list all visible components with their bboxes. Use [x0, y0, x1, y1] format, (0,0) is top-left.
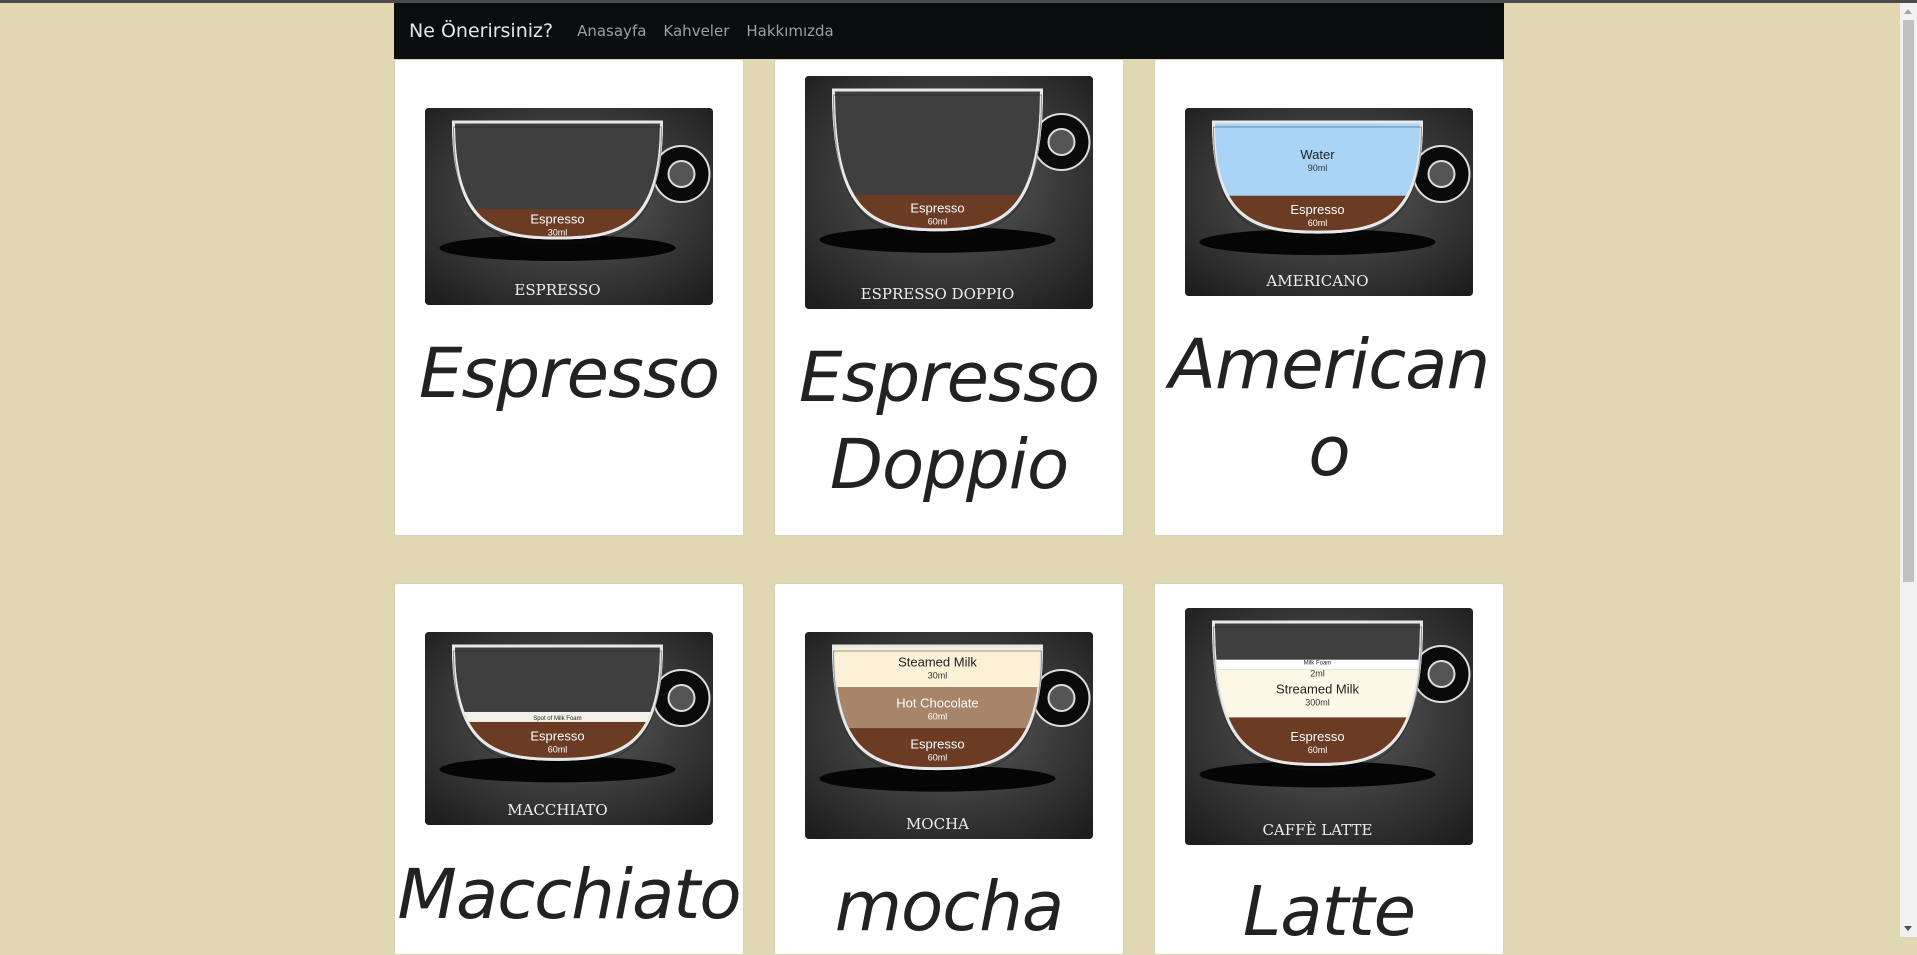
- coffee-cup-illustration: Espresso60ml Spot of Milk Foam MACCHIATO: [425, 632, 713, 825]
- coffee-card-title: Macchiato: [397, 855, 741, 935]
- coffee-card-mocha[interactable]: Espresso 60ml Hot Chocolate 60ml Steamed Mil…: [774, 583, 1124, 955]
- nav-link-kahveler[interactable]: Kahveler: [663, 22, 729, 40]
- scrollbar-thumb[interactable]: [1903, 20, 1914, 582]
- layer-label: Hot Chocolate: [896, 696, 978, 711]
- coffee-card-espresso[interactable]: Espresso 30ml ESPRESSO Espresso: [394, 59, 744, 536]
- navbar: Ne Önerirsiniz? Anasayfa Kahveler Hakkım…: [394, 3, 1504, 59]
- coffee-card-americano[interactable]: Espresso 60ml Water 90ml AMERICANO Americano: [1154, 59, 1504, 536]
- coffee-card-macchiato[interactable]: Espresso 60ml Spot of Milk Foam MACCHIATO M…: [394, 583, 744, 955]
- layer-amount: 60ml: [548, 745, 568, 755]
- layer-amount: 30ml: [548, 228, 568, 238]
- coffee-cup-image: Espresso 60ml ESPRESSO DOPPIO: [805, 76, 1093, 309]
- cup-caption: ESPRESSO: [514, 281, 600, 299]
- layer-amount: 60ml: [1308, 745, 1328, 755]
- layer-label: Espresso: [910, 200, 964, 215]
- cup-caption: CAFFÈ LATTE: [1262, 821, 1372, 839]
- cup-caption: MOCHA: [906, 815, 969, 833]
- layer-label: Milk Foam: [1304, 661, 1332, 667]
- layer-amount: 60ml: [928, 216, 948, 226]
- coffee-card-title: Espresso Doppio: [798, 338, 1100, 505]
- layer-amount: 60ml: [1308, 218, 1328, 228]
- layer-amount: 2ml: [1310, 669, 1325, 679]
- coffee-cup-image: Espresso 60ml Hot Chocolate 60ml Steamed Mil…: [805, 632, 1093, 839]
- layer-label: Espresso: [530, 729, 584, 744]
- coffee-cup-image: Espresso 60ml Water 90ml AMERICANO: [1185, 108, 1473, 296]
- scroll-up-arrow-icon[interactable]: [1904, 9, 1912, 14]
- layer-amount: 60ml: [928, 752, 948, 762]
- coffee-cup-illustration: Espresso60ml Streamed Milk300ml Milk Foam 2…: [1185, 608, 1473, 845]
- layer-amount: 90ml: [1308, 163, 1328, 173]
- nav-link-hakkimizda[interactable]: Hakkımızda: [746, 22, 833, 40]
- layer-label: Espresso: [1290, 729, 1344, 744]
- page-scrollbar[interactable]: [1900, 3, 1917, 937]
- layer-label: Espresso: [910, 736, 964, 751]
- coffee-cup-illustration: Espresso30ml ESPRESSO: [425, 108, 713, 305]
- layer-label: Steamed Milk: [898, 655, 977, 670]
- coffee-cup-image: Espresso 30ml ESPRESSO: [425, 108, 713, 305]
- coffee-cup-image: Espresso 60ml Spot of Milk Foam MACCHIATO: [425, 632, 713, 825]
- cup-caption: AMERICANO: [1265, 272, 1368, 290]
- coffee-cup-image: Espresso 60ml Streamed Milk 300ml Milk Foam 2…: [1185, 608, 1473, 845]
- navbar-brand[interactable]: Ne Önerirsiniz?: [409, 20, 553, 42]
- coffee-card-title: mocha: [834, 867, 1064, 947]
- coffee-cup-illustration: Espresso60mlHot Chocolate60mlSteamed Mil…: [805, 632, 1093, 839]
- coffee-cup-illustration: Espresso60ml Water90ml AMERICANO: [1185, 108, 1473, 296]
- cup-caption: MACCHIATO: [507, 801, 607, 819]
- layer-amount: 300ml: [1305, 698, 1330, 708]
- coffee-card-latte[interactable]: Espresso 60ml Streamed Milk 300ml Milk Foam 2…: [1154, 583, 1504, 955]
- cup-caption: ESPRESSO DOPPIO: [861, 285, 1015, 303]
- scroll-down-arrow-icon[interactable]: [1904, 926, 1912, 931]
- coffee-cup-illustration: Espresso60ml ESPRESSO DOPPIO: [805, 76, 1093, 309]
- layer-amount: 30ml: [928, 671, 948, 681]
- layer-label: Espresso: [530, 212, 584, 227]
- layer-label: Espresso: [1290, 202, 1344, 217]
- coffee-card-espresso-doppio[interactable]: Espresso 60ml ESPRESSO DOPPIO Espresso Dop…: [774, 59, 1124, 536]
- coffee-card-title: Espresso: [418, 334, 720, 414]
- layer-label: Spot of Milk Foam: [533, 716, 581, 722]
- layer-label: Streamed Milk: [1276, 682, 1360, 697]
- layer-label: Water: [1300, 147, 1335, 162]
- coffee-card-title: Latte: [1242, 872, 1416, 952]
- coffee-card-title: Americano: [1168, 325, 1490, 492]
- layer-amount: 60ml: [928, 712, 948, 722]
- nav-link-anasayfa[interactable]: Anasayfa: [577, 22, 646, 40]
